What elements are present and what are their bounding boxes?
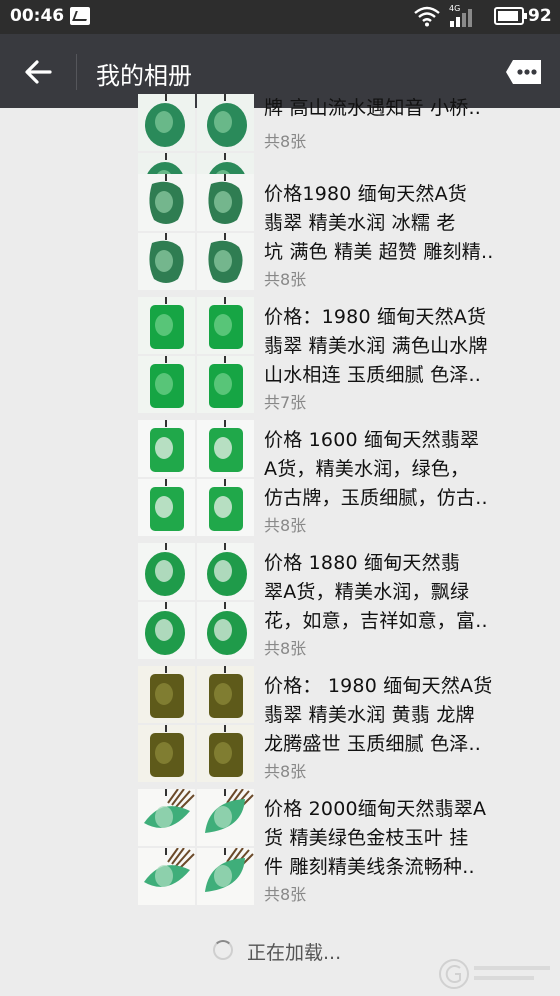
album-thumbnail-grid [138, 420, 256, 536]
album-thumbnail-grid [138, 666, 256, 782]
album-description-line: 价格：1980 缅甸天然A货 [264, 306, 487, 328]
album-thumbnail [197, 420, 254, 477]
album-thumbnail [197, 725, 254, 782]
album-thumbnail [138, 789, 195, 846]
album-description-line: 仿古牌，玉质细腻，仿古.. [264, 487, 488, 509]
loading-text: 正在加载... [247, 942, 342, 964]
status-time: 00:46 [10, 6, 65, 26]
battery-icon [494, 7, 527, 25]
album-description-line: 牌 高山流水遇知音 小桥.. [264, 97, 481, 119]
album-thumbnail-grid [138, 174, 256, 290]
status-bar: 00:46 4G 92 [0, 0, 560, 34]
album-photo-count: 共8张 [264, 762, 307, 781]
album-thumbnail [138, 666, 195, 723]
battery-level: 92 [528, 6, 552, 26]
album-thumbnail [138, 602, 195, 659]
album-thumbnail [138, 725, 195, 782]
album-photo-count: 共8张 [264, 516, 307, 535]
album-thumbnail [197, 356, 254, 413]
album-description: 价格 1600 缅甸天然翡翠 A货，精美水润，绿色， 仿古牌，玉质细腻，仿古.. [264, 426, 534, 513]
album-photo-count: 共8张 [264, 132, 307, 151]
album-thumbnail [197, 174, 254, 231]
header-divider [76, 54, 77, 90]
notification-icon [70, 7, 90, 25]
site-logo-watermark [439, 959, 550, 989]
album-thumbnail-grid [138, 543, 256, 659]
chat-bubble-more-icon[interactable] [503, 54, 543, 90]
album-item[interactable]: 价格：1980 缅甸天然A货 翡翠 精美水润 满色山水牌 山水相连 玉质细腻 色泽.… [138, 297, 538, 413]
album-description-line: 坑 满色 精美 超赞 雕刻精.. [264, 241, 494, 263]
album-thumbnail [138, 543, 195, 600]
album-description: 牌 高山流水遇知音 小桥.. [264, 94, 534, 123]
album-thumbnail [138, 94, 195, 151]
album-description: 价格1980 缅甸天然A货 翡翠 精美水润 冰糯 老坑 满色 精美 超赞 雕刻精.… [264, 180, 534, 267]
album-description-line: A货，精美水润，绿色， [264, 458, 470, 480]
album-description-line: 价格 1600 缅甸天然翡翠 [264, 429, 480, 451]
album-thumbnail [197, 543, 254, 600]
album-thumbnail [138, 174, 195, 231]
album-thumbnail [138, 233, 195, 290]
album-description-line: 价格 1880 缅甸天然翡 [264, 552, 461, 574]
album-description-line: 花，如意，吉祥如意，富.. [264, 610, 488, 632]
album-description-line: 翠A货，精美水润，飘绿 [264, 581, 470, 603]
album-description: 价格 2000缅甸天然翡翠A 货 精美绿色金枝玉叶 挂件 雕刻精美线条流畅种.. [264, 795, 534, 882]
album-description-line: 翡翠 精美水润 黄翡 龙牌 [264, 704, 475, 726]
album-item[interactable]: 价格： 1980 缅甸天然A货 翡翠 精美水润 黄翡 龙牌 龙腾盛世 玉质细腻 色泽… [138, 666, 538, 782]
album-description-line: 价格： 1980 缅甸天然A货 [264, 675, 493, 697]
album-thumbnail [197, 94, 254, 151]
album-description-line: 货 精美绿色金枝玉叶 挂 [264, 827, 469, 849]
album-thumbnail [197, 666, 254, 723]
album-thumbnail-grid [138, 789, 256, 905]
album-item[interactable]: 价格1980 缅甸天然A货 翡翠 精美水润 冰糯 老坑 满色 精美 超赞 雕刻精.… [138, 174, 538, 290]
album-thumbnail [138, 297, 195, 354]
album-description: 价格 1880 缅甸天然翡 翠A货，精美水润，飘绿 花，如意，吉祥如意，富.. [264, 549, 534, 636]
album-thumbnail [197, 789, 254, 846]
album-thumbnail [197, 848, 254, 905]
album-description-line: 山水相连 玉质细腻 色泽.. [264, 364, 481, 386]
wifi-icon [414, 6, 440, 27]
album-item[interactable]: 价格 1880 缅甸天然翡 翠A货，精美水润，飘绿 花，如意，吉祥如意，富.. 共8张 [138, 543, 538, 659]
album-description-line: 价格1980 缅甸天然A货 [264, 183, 467, 205]
album-thumbnail [138, 356, 195, 413]
album-description-line: 翡翠 精美水润 冰糯 老 [264, 212, 456, 234]
page-title: 我的相册 [96, 62, 192, 90]
album-description: 价格：1980 缅甸天然A货 翡翠 精美水润 满色山水牌 山水相连 玉质细腻 色泽.… [264, 303, 534, 390]
album-photo-count: 共8张 [264, 639, 307, 658]
album-thumbnail [138, 479, 195, 536]
album-photo-count: 共7张 [264, 393, 307, 412]
album-description-line: 翡翠 精美水润 满色山水牌 [264, 335, 488, 357]
album-item[interactable]: 价格 2000缅甸天然翡翠A 货 精美绿色金枝玉叶 挂件 雕刻精美线条流畅种.. 共… [138, 789, 538, 905]
album-thumbnail [197, 479, 254, 536]
album-description: 价格： 1980 缅甸天然A货 翡翠 精美水润 黄翡 龙牌 龙腾盛世 玉质细腻 色泽… [264, 672, 534, 759]
spinner-icon [213, 940, 233, 960]
album-thumbnail [138, 848, 195, 905]
album-description-line: 件 雕刻精美线条流畅种.. [264, 856, 475, 878]
album-thumbnail [197, 602, 254, 659]
album-thumbnail [197, 233, 254, 290]
album-photo-count: 共8张 [264, 885, 307, 904]
signal-icon [450, 9, 472, 27]
album-thumbnail-grid [138, 297, 256, 413]
album-item[interactable]: 价格 1600 缅甸天然翡翠 A货，精美水润，绿色， 仿古牌，玉质细腻，仿古.. 共8… [138, 420, 538, 536]
album-description-line: 价格 2000缅甸天然翡翠A [264, 798, 487, 820]
arrow-left-icon[interactable] [18, 52, 58, 92]
album-thumbnail [138, 420, 195, 477]
album-description-line: 龙腾盛世 玉质细腻 色泽.. [264, 733, 481, 755]
album-photo-count: 共8张 [264, 270, 307, 289]
album-thumbnail [197, 297, 254, 354]
